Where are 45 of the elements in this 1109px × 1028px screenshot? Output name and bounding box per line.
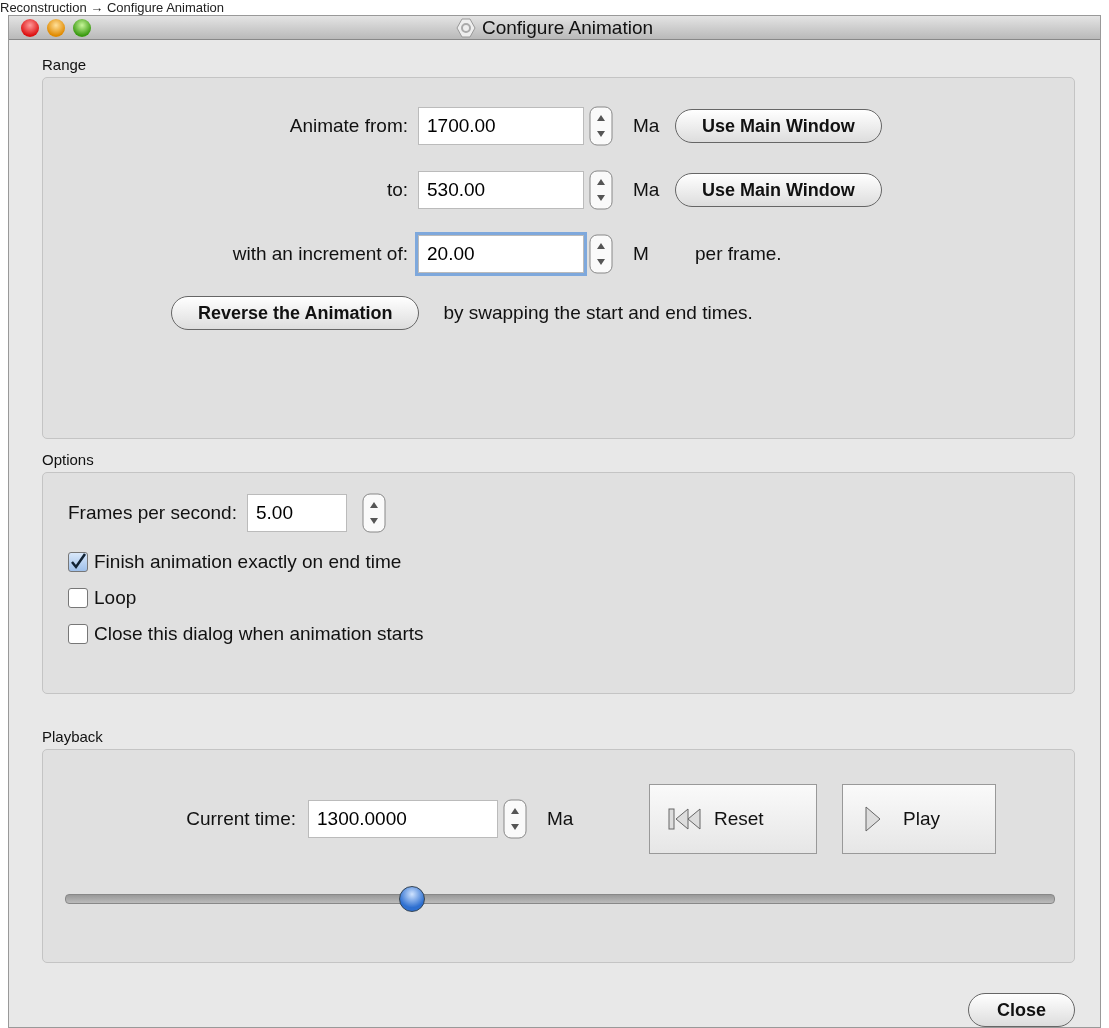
group-title: Playback [42, 728, 104, 745]
close-button[interactable]: Close [967, 993, 1075, 1027]
number-field[interactable]: 20.00 [418, 235, 584, 273]
rewind-icon [668, 807, 702, 831]
number-field[interactable]: 1700.00 [418, 107, 584, 145]
number-field[interactable]: 5.00 [246, 494, 347, 532]
close-window-icon[interactable] [21, 18, 39, 37]
use-main-window-button[interactable]: Use Main Window [675, 173, 882, 207]
reverse-button[interactable]: Reverse the Animation [171, 296, 420, 330]
number-field[interactable]: 1300.0000 [308, 800, 498, 838]
stepper-icon[interactable] [589, 106, 613, 146]
zoom-window-icon[interactable] [73, 18, 91, 37]
stepper-icon[interactable] [589, 234, 613, 274]
group-title: Range [42, 56, 88, 73]
stepper-icon[interactable] [361, 493, 386, 533]
reset-button[interactable]: Reset [649, 784, 817, 854]
checkbox-label: Loop [94, 587, 137, 609]
play-button[interactable]: Play [842, 784, 996, 854]
field-label: Current time: [185, 808, 297, 830]
stepper-icon[interactable] [503, 799, 527, 839]
time-slider[interactable] [65, 886, 1055, 912]
checkbox[interactable] [68, 552, 88, 572]
checkbox[interactable] [68, 624, 88, 644]
window-title: Configure Animation [481, 16, 654, 39]
number-field[interactable]: 530.00 [418, 171, 584, 209]
stepper-icon[interactable] [589, 170, 613, 210]
play-icon [865, 806, 881, 832]
field-label: to: [385, 179, 409, 201]
unit-label: Ma [632, 179, 661, 201]
checkbox[interactable] [68, 588, 88, 608]
checkbox-label: Close this dialog when animation starts [94, 623, 424, 645]
group-title: Options [42, 451, 95, 468]
slider-thumb[interactable] [398, 886, 425, 912]
field-label: with an increment of: [231, 243, 409, 265]
field-label: Frames per second: [68, 502, 237, 524]
breadcrumb: Reconstruction → Configure Animation [0, 0, 225, 15]
field-label: Animate from: [288, 115, 409, 137]
unit-label: M [632, 243, 650, 265]
unit-label: Ma [632, 115, 661, 137]
checkbox-label: Finish animation exactly on end time [94, 551, 402, 573]
unit-label: Ma [546, 808, 575, 830]
use-main-window-button[interactable]: Use Main Window [675, 109, 882, 143]
app-icon [455, 17, 476, 38]
reverse-note: by swapping the start and end times. [443, 302, 753, 324]
suffix-label: per frame. [695, 243, 782, 265]
